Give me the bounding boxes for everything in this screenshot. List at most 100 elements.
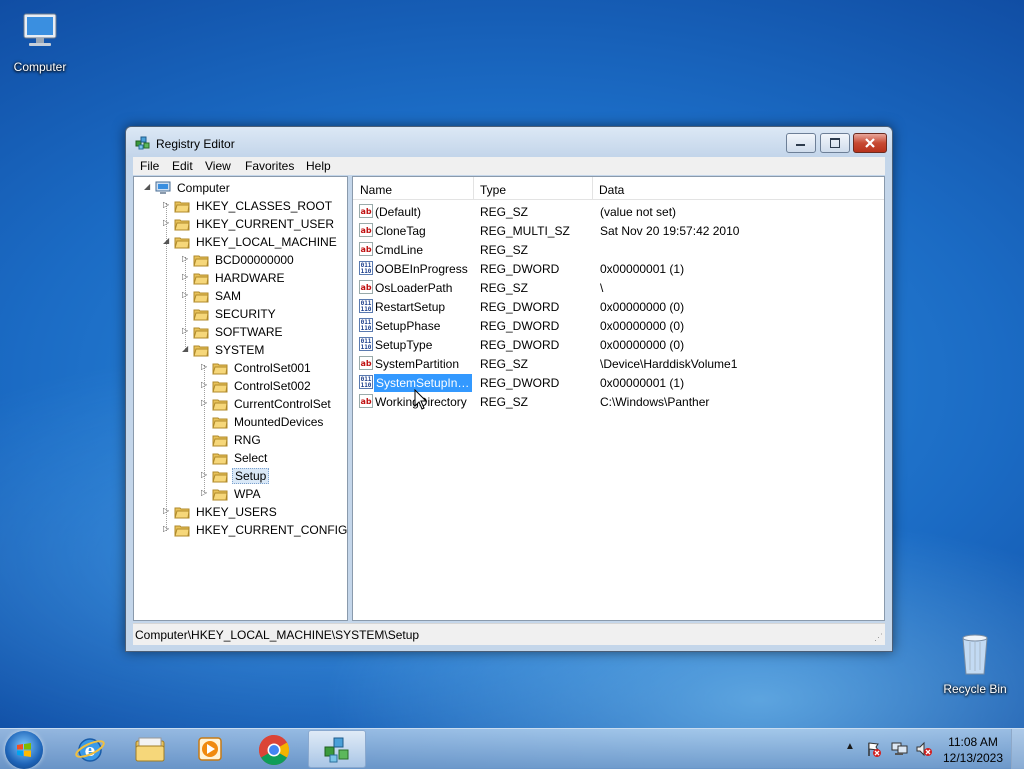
value-row[interactable]: 011 110 SetupType REG_DWORD 0x00000000 (0) xyxy=(353,335,884,354)
value-row[interactable]: ab CloneTag REG_MULTI_SZ Sat Nov 20 19:57:4… xyxy=(353,221,884,240)
value-data: 0x00000001 (1) xyxy=(600,376,685,390)
folder-open-icon xyxy=(193,342,209,358)
folder-icon xyxy=(174,198,190,214)
value-data: 0x00000001 (1) xyxy=(600,262,685,276)
binary-value-icon: 011 110 xyxy=(359,261,373,275)
column-header-data[interactable]: Data xyxy=(592,177,884,200)
internet-explorer-icon: e xyxy=(75,738,105,762)
tree-label: HARDWARE xyxy=(215,271,285,285)
binary-value-icon: 011 110 xyxy=(359,299,373,313)
computer-label: Computer xyxy=(13,60,67,74)
network-icon[interactable] xyxy=(891,741,909,757)
menu-file[interactable]: File xyxy=(140,159,159,173)
expand-arrow-icon[interactable]: ▷ xyxy=(163,525,171,533)
string-value-icon: ab xyxy=(359,356,373,370)
value-type: REG_DWORD xyxy=(480,376,560,390)
value-row[interactable]: 011 110 SetupPhase REG_DWORD 0x00000000 (0) xyxy=(353,316,884,335)
tree-label: SECURITY xyxy=(215,307,276,321)
status-path: Computer\HKEY_LOCAL_MACHINE\SYSTEM\Setup xyxy=(135,628,420,642)
expand-arrow-icon[interactable]: ▷ xyxy=(182,273,190,281)
value-row[interactable]: ab SystemPartition REG_SZ \Device\HarddiskV… xyxy=(353,354,884,373)
tree-label: ControlSet001 xyxy=(234,361,311,375)
value-row[interactable]: ab OsLoaderPath REG_SZ \ xyxy=(353,278,884,297)
expand-arrow-icon[interactable]: ▷ xyxy=(163,507,171,515)
collapse-arrow-icon[interactable]: ◢ xyxy=(163,237,171,245)
value-name: CloneTag xyxy=(375,224,426,238)
value-type: REG_DWORD xyxy=(480,300,560,314)
value-data: Sat Nov 20 19:57:42 2010 xyxy=(600,224,740,238)
binary-value-icon: 011 110 xyxy=(359,375,373,389)
expand-arrow-icon[interactable]: ▷ xyxy=(201,489,209,497)
menu-help[interactable]: Help xyxy=(306,159,331,173)
tree-label: HKEY_CLASSES_ROOT xyxy=(196,199,333,213)
column-header-type[interactable]: Type xyxy=(473,177,593,200)
folder-icon xyxy=(193,288,209,304)
expand-arrow-icon[interactable]: ▷ xyxy=(201,399,209,407)
value-row[interactable]: ab CmdLine REG_SZ xyxy=(353,240,884,259)
tree-label: ControlSet002 xyxy=(234,379,311,393)
start-button[interactable] xyxy=(5,731,43,769)
value-row[interactable]: 011 110 SystemSetupInP... REG_DWORD 0x00000… xyxy=(353,373,884,392)
recycle-bin-desktop-icon[interactable]: Recycle Bin xyxy=(935,630,1015,696)
maximize-button[interactable] xyxy=(820,133,850,153)
value-type: REG_DWORD xyxy=(480,338,560,352)
resize-grip-icon[interactable]: ⋰ xyxy=(874,632,883,643)
clock-time: 11:08 AM xyxy=(948,735,998,749)
folder-icon xyxy=(212,414,228,430)
value-type: REG_MULTI_SZ xyxy=(480,224,570,238)
tree-label: BCD00000000 xyxy=(215,253,294,267)
maximize-icon xyxy=(830,138,840,148)
volume-muted-icon[interactable] xyxy=(915,741,933,757)
show-desktop-button[interactable] xyxy=(1011,729,1024,769)
taskbar-file-explorer[interactable] xyxy=(122,730,178,768)
expand-arrow-icon[interactable]: ▷ xyxy=(182,327,190,335)
column-header-name[interactable]: Name xyxy=(353,177,474,200)
value-type: REG_SZ xyxy=(480,243,529,257)
computer-icon xyxy=(16,8,64,56)
tree-label: Select xyxy=(234,451,268,465)
value-row[interactable]: abWorkingDirectoryREG_SZC:\Windows\Panth… xyxy=(353,392,884,411)
tree-label: HKEY_CURRENT_CONFIG xyxy=(196,523,348,537)
expand-arrow-icon[interactable]: ▷ xyxy=(163,219,171,227)
regedit-icon xyxy=(135,135,151,151)
taskbar-media-player[interactable] xyxy=(182,730,238,768)
tree-label: HKEY_USERS xyxy=(196,505,277,519)
computer-desktop-icon[interactable]: Computer xyxy=(0,8,80,74)
tree-label: RNG xyxy=(234,433,261,447)
expand-arrow-icon[interactable]: ▷ xyxy=(201,381,209,389)
binary-value-icon: 011 110 xyxy=(359,337,373,351)
expand-arrow-icon[interactable]: ▷ xyxy=(163,201,171,209)
minimize-button[interactable] xyxy=(786,133,816,153)
value-row[interactable]: 011 110 RestartSetup REG_DWORD 0x00000000 (… xyxy=(353,297,884,316)
action-center-flag-icon[interactable] xyxy=(866,741,882,757)
value-list[interactable]: Name Type Data ab (Default) REG_SZ (value n… xyxy=(352,176,885,621)
expand-arrow-icon[interactable]: ▷ xyxy=(201,363,209,371)
taskbar-chrome[interactable] xyxy=(246,730,302,768)
expand-arrow-icon[interactable]: ▷ xyxy=(182,255,190,263)
taskbar-internet-explorer[interactable]: e xyxy=(62,730,118,768)
computer-small-icon xyxy=(155,180,171,196)
show-hidden-icons-button[interactable]: ▲ xyxy=(845,741,855,752)
clock-date: 12/13/2023 xyxy=(942,751,1004,765)
value-row[interactable]: ab (Default) REG_SZ (value not set) xyxy=(353,202,884,221)
menu-edit[interactable]: Edit xyxy=(172,159,193,173)
value-data: 0x00000000 (0) xyxy=(600,300,685,314)
value-row[interactable]: 011 110 OOBEInProgress REG_DWORD 0x00000001… xyxy=(353,259,884,278)
collapse-arrow-icon[interactable]: ◢ xyxy=(144,183,152,191)
title-bar[interactable]: Registry Editor xyxy=(126,127,892,157)
folder-icon xyxy=(174,522,190,538)
windows-logo-icon xyxy=(17,743,31,757)
expand-arrow-icon[interactable]: ▷ xyxy=(201,471,209,479)
close-button[interactable] xyxy=(853,133,887,153)
value-name: (Default) xyxy=(375,205,422,219)
value-type: REG_SZ xyxy=(480,357,529,371)
expand-arrow-icon[interactable]: ▷ xyxy=(182,291,190,299)
tree-label: CurrentControlSet xyxy=(234,397,331,411)
taskbar-registry-editor[interactable] xyxy=(308,730,366,768)
menu-favorites[interactable]: Favorites xyxy=(245,159,294,173)
menu-view[interactable]: View xyxy=(205,159,231,173)
registry-tree[interactable]: ◢ Computer ▷ HKEY_CLASSES_ROOT ▷ HKEY_CU… xyxy=(133,176,348,621)
collapse-arrow-icon[interactable]: ◢ xyxy=(182,345,190,353)
tray-clock[interactable]: 11:08 AM 12/13/2023 xyxy=(933,733,1013,767)
window-title: Registry Editor xyxy=(156,137,235,151)
